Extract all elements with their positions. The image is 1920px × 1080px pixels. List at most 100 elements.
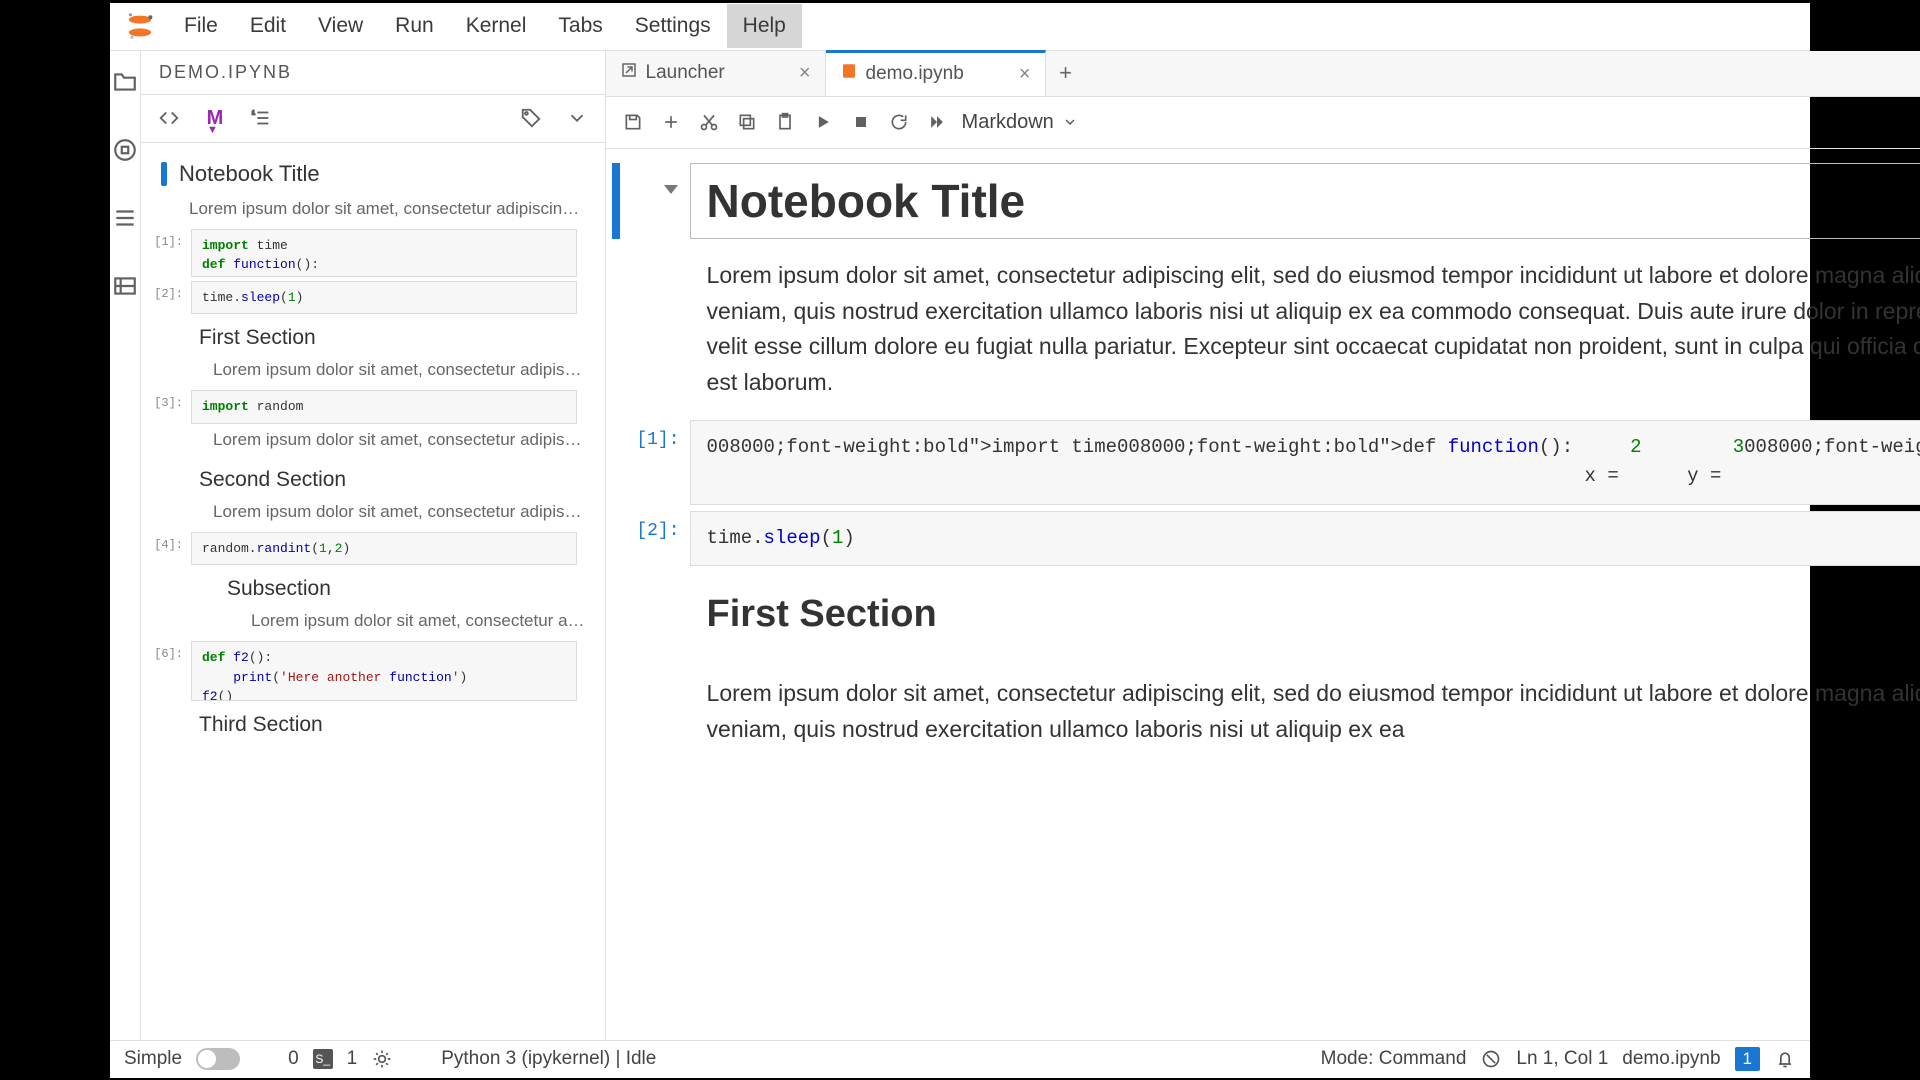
cell[interactable]: [2]: time.sleep(1): [620, 511, 1920, 566]
copy-icon[interactable]: [734, 109, 760, 135]
outline-code-cell[interactable]: [1]:import time def function():: [141, 227, 605, 279]
kernel-status-text: Python 3 (ipykernel) | Idle: [441, 1048, 656, 1070]
notebook-content[interactable]: Notebook TitleLorem ipsum dolor sit amet…: [606, 149, 1920, 1040]
sidebar-panel: DEMO.IPYNB M▼ 1 ☝ Notebook TitleLorem ip…: [141, 51, 606, 1040]
terminal-status-icon[interactable]: S_: [313, 1049, 333, 1069]
activity-bar: [110, 51, 141, 1040]
chevron-down-icon[interactable]: [563, 104, 591, 132]
notification-badge[interactable]: 1: [1735, 1047, 1760, 1071]
outline-list[interactable]: ☝ Notebook TitleLorem ipsum dolor sit am…: [141, 143, 605, 1040]
cell-body: First Section: [690, 572, 1920, 657]
cell-prompt: [2]:: [620, 521, 680, 541]
tab-label: Launcher: [646, 62, 725, 84]
outline-code: import time def function():: [191, 229, 577, 277]
cell[interactable]: [1]: 008000;font-weight:bold">import time…: [620, 420, 1920, 505]
menu-view[interactable]: View: [302, 4, 379, 48]
jupyter-logo[interactable]: [120, 6, 160, 46]
outline-prompt: [6]:: [141, 641, 183, 661]
stop-icon[interactable]: [848, 109, 874, 135]
files-icon[interactable]: [110, 67, 140, 97]
outline-heading[interactable]: Third Section: [141, 703, 605, 743]
running-icon[interactable]: [110, 135, 140, 165]
outline-prompt: [3]:: [141, 390, 183, 410]
cell[interactable]: Notebook Title: [620, 163, 1920, 240]
outline-code: def f2(): print('Here another function')…: [191, 641, 577, 701]
menu-run[interactable]: Run: [379, 4, 450, 48]
sidebar-title: DEMO.IPYNB: [141, 51, 605, 95]
menu-help[interactable]: Help: [727, 4, 802, 48]
tab-launcher[interactable]: Launcher ×: [606, 51, 826, 96]
outline-text[interactable]: Lorem ipsum dolor sit amet, consectetur …: [141, 426, 605, 458]
outline-code-cell[interactable]: [4]: random.randint(1,2): [141, 530, 605, 568]
cell[interactable]: First Section: [620, 572, 1920, 657]
cursor-position: Ln 1, Col 1: [1516, 1048, 1608, 1070]
cell[interactable]: Lorem ipsum dolor sit amet, consectetur …: [620, 663, 1920, 760]
svg-text:1: 1: [252, 110, 255, 116]
simple-toggle[interactable]: [196, 1048, 240, 1070]
code-toggle-icon[interactable]: [155, 104, 183, 132]
outline-text[interactable]: Lorem ipsum dolor sit amet, consectetur …: [141, 195, 605, 227]
cut-icon[interactable]: [696, 109, 722, 135]
markdown-toggle-icon[interactable]: M▼: [201, 104, 229, 132]
menu-settings[interactable]: Settings: [619, 4, 727, 48]
outline-text[interactable]: Lorem ipsum dolor sit amet, consectetur …: [141, 498, 605, 530]
outline-heading[interactable]: Notebook Title: [141, 147, 605, 195]
tag-icon[interactable]: [517, 104, 545, 132]
status-bar: Simple 0 S_ 1 Python 3 (ipykernel) | Idl…: [110, 1040, 1810, 1078]
menubar: FileEditViewRunKernelTabsSettingsHelp: [110, 3, 1810, 51]
new-tab-button[interactable]: +: [1046, 51, 1086, 96]
close-icon[interactable]: ×: [1019, 63, 1031, 86]
outline-heading[interactable]: Subsection: [141, 567, 605, 607]
extensions-icon[interactable]: [110, 271, 140, 301]
trust-icon[interactable]: [1480, 1048, 1502, 1070]
sidebar-toolbar: M▼ 1: [141, 95, 605, 143]
kernel-sessions-icon[interactable]: [371, 1048, 393, 1070]
menu-tabs[interactable]: Tabs: [542, 4, 618, 48]
outline-code-cell[interactable]: [6]: def f2(): print('Here another functi…: [141, 639, 605, 703]
tab-label: demo.ipynb: [866, 63, 964, 85]
run-all-icon[interactable]: [924, 109, 950, 135]
numbering-icon[interactable]: 1: [247, 104, 275, 132]
outline-text[interactable]: Lorem ipsum dolor sit amet, consectetur …: [141, 356, 605, 388]
menu-edit[interactable]: Edit: [234, 4, 302, 48]
status-count-1: 1: [347, 1048, 358, 1070]
tab-demo-ipynb[interactable]: demo.ipynb ×: [826, 50, 1046, 96]
document-column: Launcher × demo.ipynb × + Markdown: [606, 51, 1920, 1040]
close-icon[interactable]: ×: [799, 62, 811, 85]
jupyterlab-window: FileEditViewRunKernelTabsSettingsHelp DE…: [110, 3, 1810, 1078]
outline-code-cell[interactable]: [3]: import random: [141, 388, 605, 426]
add-cell-icon[interactable]: [658, 109, 684, 135]
tab-bar: Launcher × demo.ipynb × +: [606, 51, 1920, 97]
outline-code: time.sleep(1): [191, 281, 577, 315]
notebook-toolbar: Markdown Python 3 (ipykernel): [606, 97, 1920, 149]
bell-icon[interactable]: [1774, 1048, 1796, 1070]
menu-kernel[interactable]: Kernel: [450, 4, 543, 48]
outline-code-cell[interactable]: [2]:time.sleep(1): [141, 279, 605, 317]
save-icon[interactable]: [620, 109, 646, 135]
cell-prompt: [1]:: [620, 430, 680, 450]
collapse-icon[interactable]: [664, 185, 678, 194]
cell-body: Lorem ipsum dolor sit amet, consectetur …: [690, 663, 1920, 760]
status-count-0: 0: [288, 1048, 299, 1070]
launch-icon: [620, 61, 638, 85]
main-area: Launcher × demo.ipynb × + Markdown: [606, 51, 1920, 1040]
status-filename: demo.ipynb: [1622, 1048, 1720, 1070]
outline-code: random.randint(1,2): [191, 532, 577, 566]
run-icon[interactable]: [810, 109, 836, 135]
outline-code: import random: [191, 390, 577, 424]
cell-body: Notebook Title: [690, 163, 1920, 240]
outline-prompt: [4]:: [141, 532, 183, 552]
restart-icon[interactable]: [886, 109, 912, 135]
outline-heading[interactable]: First Section: [141, 316, 605, 356]
outline-heading[interactable]: Second Section: [141, 458, 605, 498]
cell-body: time.sleep(1): [690, 511, 1920, 566]
cell[interactable]: Lorem ipsum dolor sit amet, consectetur …: [620, 245, 1920, 414]
cell-body: 008000;font-weight:bold">import time 008…: [690, 420, 1920, 505]
cell-type-selector[interactable]: Markdown: [962, 111, 1078, 134]
menu-file[interactable]: File: [168, 4, 234, 48]
notebook-icon: [840, 62, 858, 86]
outline-text[interactable]: Lorem ipsum dolor sit amet, consectetur …: [141, 607, 605, 639]
paste-icon[interactable]: [772, 109, 798, 135]
toc-icon[interactable]: [110, 203, 140, 233]
cell-body: Lorem ipsum dolor sit amet, consectetur …: [690, 245, 1920, 414]
